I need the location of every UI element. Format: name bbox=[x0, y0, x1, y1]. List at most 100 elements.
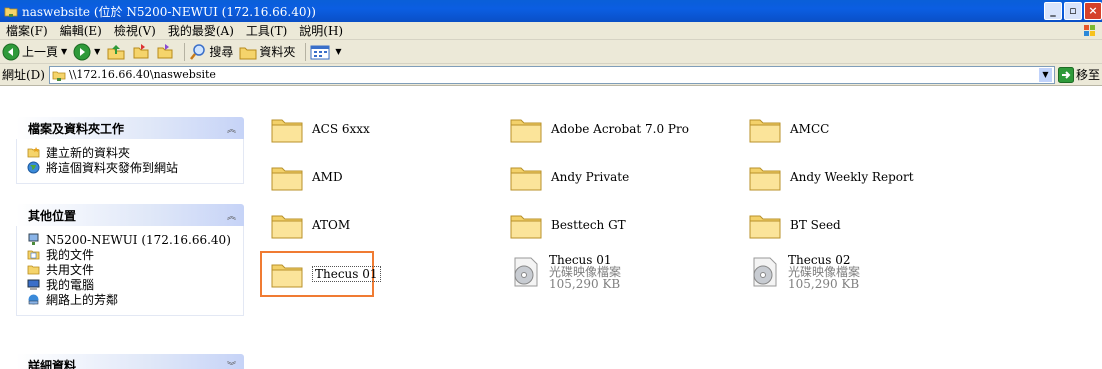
forward-button[interactable]: ▼ bbox=[73, 43, 100, 61]
window-title: naswebsite (位於 N5200-NEWUI (172.16.66.40… bbox=[22, 4, 316, 19]
folder-item[interactable]: ATOM bbox=[270, 205, 500, 245]
place-label: 網路上的芳鄰 bbox=[46, 293, 119, 307]
views-icon bbox=[310, 45, 330, 59]
copy-to-button[interactable] bbox=[156, 43, 174, 61]
folder-icon bbox=[749, 215, 781, 239]
item-name: Besttech GT bbox=[551, 218, 626, 232]
views-button[interactable]: ▼ bbox=[310, 43, 342, 61]
windows-logo-icon bbox=[1084, 25, 1095, 36]
item-name: AMD bbox=[312, 170, 343, 184]
search-label: 搜尋 bbox=[209, 45, 234, 59]
place-n5200[interactable]: N5200-NEWUI (172.16.66.40) bbox=[27, 232, 235, 247]
place-network-places[interactable]: 網路上的芳鄰 bbox=[27, 292, 235, 307]
disc-image-icon bbox=[514, 257, 538, 287]
go-arrow-icon bbox=[1057, 66, 1074, 83]
move-to-icon bbox=[133, 43, 149, 58]
folder-item-selected[interactable]: Thecus 01 bbox=[270, 254, 500, 294]
folder-item[interactable]: AMCC bbox=[748, 109, 978, 149]
back-dropdown-icon[interactable]: ▼ bbox=[61, 47, 67, 56]
forward-dropdown-icon[interactable]: ▼ bbox=[94, 47, 100, 56]
place-my-computer[interactable]: 我的電腦 bbox=[27, 277, 235, 292]
details-panel: 詳細資料 ︾ bbox=[16, 354, 244, 369]
folder-icon bbox=[271, 215, 303, 239]
move-to-button[interactable] bbox=[132, 43, 150, 61]
folders-label: 資料夾 bbox=[259, 45, 296, 59]
back-arrow-icon bbox=[2, 43, 20, 60]
menu-favorites[interactable]: 我的最愛(A) bbox=[168, 22, 234, 39]
globe-icon bbox=[27, 161, 40, 174]
title-bar[interactable]: naswebsite (位於 N5200-NEWUI (172.16.66.40… bbox=[0, 0, 1102, 22]
network-drive-icon bbox=[52, 71, 66, 81]
menu-view[interactable]: 檢視(V) bbox=[114, 22, 156, 39]
my-documents-icon bbox=[27, 250, 40, 260]
folder-item[interactable]: Besttech GT bbox=[509, 205, 739, 245]
address-input[interactable]: \\172.16.66.40\naswebsite ▼ bbox=[49, 65, 1055, 84]
folders-icon bbox=[239, 47, 257, 59]
maximize-button[interactable]: ▫ bbox=[1064, 2, 1082, 20]
details-header[interactable]: 詳細資料 ︾ bbox=[16, 354, 244, 369]
item-name: Thecus 01 bbox=[312, 266, 381, 282]
folder-icon bbox=[510, 167, 542, 191]
new-folder-icon bbox=[27, 147, 40, 158]
views-dropdown-icon[interactable]: ▼ bbox=[335, 47, 341, 56]
disc-image-item[interactable]: Thecus 01 光碟映像檔案 105,290 KB bbox=[509, 252, 739, 292]
search-icon bbox=[190, 43, 206, 60]
task-publish-web[interactable]: 將這個資料夾發佈到網站 bbox=[27, 160, 235, 175]
disc-image-icon bbox=[753, 257, 777, 287]
folder-item[interactable]: Adobe Acrobat 7.0 Pro bbox=[509, 109, 739, 149]
minimize-button[interactable]: _ bbox=[1044, 2, 1062, 20]
collapse-icon[interactable]: ︽ bbox=[227, 122, 236, 135]
menu-file[interactable]: 檔案(F) bbox=[6, 22, 48, 39]
task-new-folder[interactable]: 建立新的資料夾 bbox=[27, 145, 235, 160]
details-title: 詳細資料 bbox=[28, 358, 77, 369]
expand-icon[interactable]: ︾ bbox=[227, 359, 236, 369]
other-places-header[interactable]: 其他位置 ︽ bbox=[16, 204, 244, 226]
task-pane: 檔案及資料夾工作 ︽ 建立新的資料夾 將這個資料夾發佈到網站 其他位置 ︽ N5… bbox=[0, 87, 248, 369]
address-label: 網址(D) bbox=[2, 68, 45, 82]
up-folder-button[interactable] bbox=[106, 43, 126, 61]
address-dropdown-icon[interactable]: ▼ bbox=[1037, 66, 1053, 83]
folder-icon bbox=[749, 119, 781, 143]
search-button[interactable]: 搜尋 bbox=[189, 43, 233, 61]
file-tasks-title: 檔案及資料夾工作 bbox=[28, 121, 125, 136]
folder-item[interactable]: AMD bbox=[270, 157, 500, 197]
item-name: Adobe Acrobat 7.0 Pro bbox=[551, 122, 689, 136]
collapse-icon[interactable]: ︽ bbox=[227, 209, 236, 222]
close-button[interactable]: × bbox=[1084, 2, 1102, 20]
folder-item[interactable]: Andy Private bbox=[509, 157, 739, 197]
back-button[interactable]: 上一頁 ▼ bbox=[2, 43, 67, 61]
address-bar: 網址(D) \\172.16.66.40\naswebsite ▼ 移至 bbox=[0, 64, 1102, 86]
task-label: 將這個資料夾發佈到網站 bbox=[46, 161, 179, 175]
item-name: ATOM bbox=[312, 218, 351, 232]
place-my-documents[interactable]: 我的文件 bbox=[27, 247, 235, 262]
folder-item[interactable]: BT Seed bbox=[748, 205, 978, 245]
menu-edit[interactable]: 編輯(E) bbox=[60, 22, 102, 39]
menu-tools[interactable]: 工具(T) bbox=[246, 22, 287, 39]
file-tasks-header[interactable]: 檔案及資料夾工作 ︽ bbox=[16, 117, 244, 139]
other-places-panel: 其他位置 ︽ N5200-NEWUI (172.16.66.40) 我的文件 共… bbox=[16, 204, 244, 316]
forward-arrow-icon bbox=[73, 43, 91, 60]
toolbar: 上一頁 ▼ ▼ 搜尋 資料夾 ▼ bbox=[0, 40, 1102, 64]
toolbar-separator bbox=[305, 42, 307, 61]
item-size: 105,290 KB bbox=[549, 277, 621, 291]
item-name: AMCC bbox=[790, 122, 830, 136]
go-button[interactable]: 移至 bbox=[1057, 66, 1100, 83]
item-size: 105,290 KB bbox=[788, 277, 860, 291]
folder-icon bbox=[510, 215, 542, 239]
menu-help[interactable]: 說明(H) bbox=[299, 22, 343, 39]
folder-item[interactable]: Andy Weekly Report bbox=[748, 157, 978, 197]
network-folder-icon bbox=[4, 7, 18, 17]
folders-button[interactable]: 資料夾 bbox=[239, 43, 295, 61]
disc-image-item[interactable]: Thecus 02 光碟映像檔案 105,290 KB bbox=[748, 252, 978, 292]
other-places-title: 其他位置 bbox=[28, 208, 77, 223]
place-shared-documents[interactable]: 共用文件 bbox=[27, 262, 235, 277]
folder-icon bbox=[510, 119, 542, 143]
file-list: ACS 6xxx Adobe Acrobat 7.0 Pro AMCC AMD … bbox=[248, 87, 1102, 369]
folder-item[interactable]: ACS 6xxx bbox=[270, 109, 500, 149]
item-name: BT Seed bbox=[790, 218, 841, 232]
file-tasks-panel: 檔案及資料夾工作 ︽ 建立新的資料夾 將這個資料夾發佈到網站 bbox=[16, 117, 244, 184]
folder-icon bbox=[271, 264, 303, 288]
go-label: 移至 bbox=[1075, 68, 1100, 82]
folder-icon bbox=[749, 167, 781, 191]
folder-icon bbox=[271, 119, 303, 143]
